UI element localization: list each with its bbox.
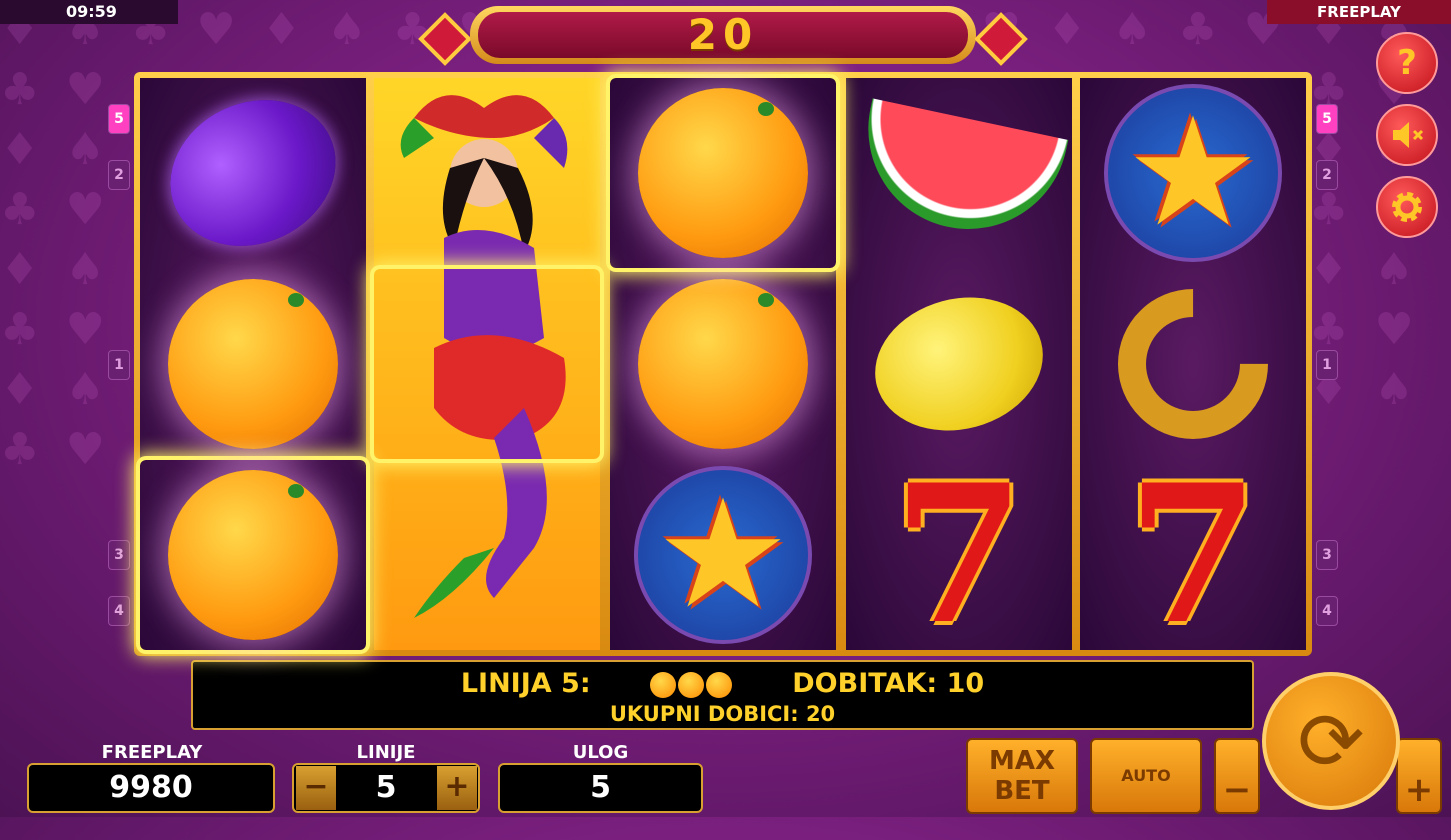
bet-increase-button[interactable]: +	[1396, 738, 1442, 814]
reel-1-cell-2	[140, 269, 366, 459]
reel-3-cell-2	[610, 269, 836, 459]
orange-icon	[638, 279, 808, 449]
seven-icon: 7	[1126, 443, 1260, 666]
help-icon: ?	[1397, 43, 1417, 83]
orange-icon	[678, 671, 705, 698]
winning-line-label: LINIJA 5:	[460, 668, 591, 699]
plum-icon	[146, 73, 360, 273]
horseshoe-icon	[1086, 257, 1300, 471]
win-amount: 20	[478, 12, 968, 58]
seven-icon: 7	[892, 443, 1026, 666]
lines-label: LINIJE	[356, 742, 416, 763]
lines-decrease-button[interactable]: −	[296, 766, 336, 810]
reel-1	[140, 73, 366, 650]
reel-3-cell-3: ★	[610, 460, 836, 650]
orange-icon	[168, 279, 338, 449]
auto-label: AUTO	[1121, 766, 1171, 785]
line-marker-right-4[interactable]: 4	[1316, 596, 1338, 626]
minus-icon: −	[1222, 770, 1252, 810]
settings-button[interactable]	[1376, 176, 1438, 238]
spin-arrows-icon: ⟳	[1297, 694, 1365, 788]
line-marker-left-2[interactable]: 2	[108, 160, 130, 190]
max-bet-button[interactable]: MAX BET	[966, 738, 1078, 814]
win-info-bar: LINIJA 5: DOBITAK: 10 UKUPNI DOBICI: 20	[191, 660, 1254, 730]
line-marker-right-5[interactable]: 5	[1316, 104, 1338, 134]
line-marker-right-3[interactable]: 3	[1316, 540, 1338, 570]
reel-1-cell-1	[140, 73, 366, 273]
spin-button[interactable]: ⟳	[1262, 672, 1400, 810]
line-marker-right-2[interactable]: 2	[1316, 160, 1338, 190]
auto-spin-button[interactable]: AUTO	[1090, 738, 1202, 814]
watermelon-icon	[849, 98, 1069, 248]
gear-icon	[1392, 192, 1422, 222]
line-marker-left-3[interactable]: 3	[108, 540, 130, 570]
reel-1-cell-3	[140, 460, 366, 650]
diamond-left-icon	[418, 12, 472, 66]
bet-decrease-button[interactable]: −	[1214, 738, 1260, 814]
reel-2-cell-2	[374, 269, 600, 459]
reel-2	[374, 78, 600, 650]
winning-symbols	[649, 668, 733, 699]
reel-5: ★ 7	[1080, 78, 1306, 650]
reel-4: 7	[846, 78, 1072, 650]
mode-banner: FREEPLAY	[1267, 0, 1451, 24]
reel-4-cell-3: 7	[846, 460, 1072, 650]
lemon-icon	[860, 279, 1058, 449]
reels-area: ★ 7 ★ 7	[134, 72, 1312, 656]
reel-4-cell-2	[846, 269, 1072, 459]
line-win-label: DOBITAK: 10	[792, 668, 985, 699]
reel-3: ★	[610, 78, 836, 650]
line-marker-right-1[interactable]: 1	[1316, 350, 1338, 380]
balance-value: 9980	[27, 763, 275, 813]
speaker-muted-icon	[1393, 122, 1424, 148]
reel-3-cell-1	[610, 78, 836, 268]
orange-icon	[650, 671, 677, 698]
bet-value: 5	[498, 763, 703, 813]
orange-icon	[706, 671, 733, 698]
reel-4-cell-1	[846, 78, 1072, 268]
line-marker-left-4[interactable]: 4	[108, 596, 130, 626]
reel-5-cell-2	[1080, 257, 1306, 471]
star-icon: ★	[1104, 84, 1282, 262]
max-bet-label-line1: MAX	[988, 746, 1056, 776]
diamond-right-icon	[974, 12, 1028, 66]
line-marker-left-5[interactable]: 5	[108, 104, 130, 134]
orange-icon	[638, 88, 808, 258]
balance-label: FREEPLAY	[101, 742, 203, 763]
win-display: 20	[418, 4, 1028, 66]
max-bet-label-line2: BET	[994, 776, 1050, 806]
reel-5-cell-3: 7	[1080, 460, 1306, 650]
help-button[interactable]: ?	[1376, 32, 1438, 94]
line-marker-left-1[interactable]: 1	[108, 350, 130, 380]
lines-increase-button[interactable]: +	[437, 766, 477, 810]
plus-icon: +	[1404, 770, 1434, 810]
total-win-label: UKUPNI DOBICI: 20	[609, 702, 836, 726]
orange-icon	[168, 470, 338, 640]
reel-5-cell-1: ★	[1080, 78, 1306, 268]
sound-button[interactable]	[1376, 104, 1438, 166]
clock: 09:59	[0, 0, 178, 24]
bet-label: ULOG	[572, 742, 629, 763]
star-icon: ★	[634, 466, 812, 644]
